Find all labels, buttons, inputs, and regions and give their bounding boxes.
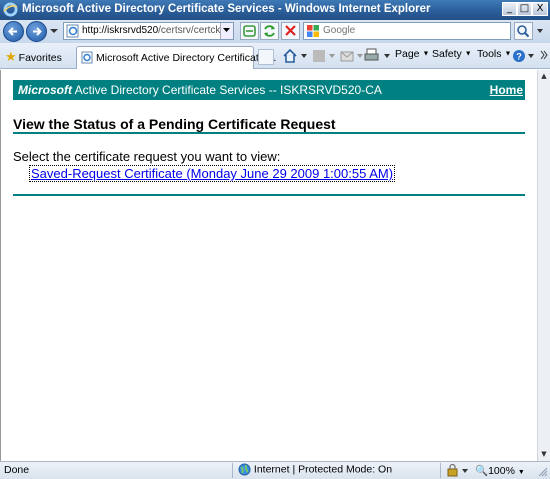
page-content: Microsoft Active Directory Certificate S… <box>0 70 537 461</box>
protected-mode-lock-icon[interactable] <box>445 463 471 478</box>
certsrv-header-band: Microsoft Active Directory Certificate S… <box>13 80 525 100</box>
maximize-button[interactable]: □ <box>517 2 532 16</box>
search-icon <box>514 22 543 40</box>
search-placeholder: Google <box>323 25 356 36</box>
status-text: Done <box>4 464 30 476</box>
ie-logo-icon <box>3 2 18 17</box>
search-box[interactable]: Google <box>303 22 511 40</box>
svg-text:?: ? <box>516 52 522 62</box>
compatibility-view-button[interactable] <box>240 22 259 40</box>
status-separator <box>232 463 233 478</box>
chevron-down-icon <box>223 28 230 32</box>
forward-button[interactable] <box>26 21 47 42</box>
close-button[interactable]: X <box>532 2 548 16</box>
tab-label: Microsoft Active Directory Certificate .… <box>96 52 277 64</box>
divider <box>13 194 525 196</box>
google-icon <box>307 25 319 37</box>
address-bar[interactable]: http://iskrsrvd520/certsrv/certckpn <box>63 22 234 40</box>
forward-arrow-icon <box>33 27 42 36</box>
chevron-right-icon[interactable] <box>540 49 548 61</box>
scroll-up-icon[interactable]: ▲ <box>538 70 550 83</box>
star-icon: ★ <box>5 49 17 64</box>
page-title: View the Status of a Pending Certificate… <box>13 116 336 132</box>
favorites-button[interactable]: ★ Favorites <box>5 49 62 65</box>
read-mail-icon[interactable] <box>340 48 366 64</box>
ie-page-icon <box>81 51 93 64</box>
security-zone[interactable]: Internet | Protected Mode: On <box>238 463 392 476</box>
tools-menu[interactable]: Tools ▼ <box>477 48 511 60</box>
rss-feed-icon[interactable] <box>312 48 338 64</box>
resize-grip-icon[interactable] <box>538 467 548 477</box>
scroll-down-icon[interactable]: ▼ <box>538 448 550 461</box>
back-arrow-icon <box>8 27 17 36</box>
home-link[interactable]: Home <box>490 83 523 97</box>
tab-bar: ★ Favorites Microsoft Active Directory Ce… <box>0 43 550 69</box>
pending-request-link[interactable]: Saved-Request Certificate (Monday June 2… <box>29 165 396 182</box>
chevron-down-icon: ▼ <box>504 50 512 58</box>
print-icon[interactable] <box>364 48 392 64</box>
status-separator <box>440 463 441 478</box>
window-title-bar[interactable]: Microsoft Active Directory Certificate S… <box>0 0 550 20</box>
navigation-bar: http://iskrsrvd520/certsrv/certckpn Goog… <box>0 20 550 43</box>
window-title: Microsoft Active Directory Certificate S… <box>22 3 431 15</box>
back-button[interactable] <box>3 21 24 42</box>
history-dropdown-icon[interactable] <box>50 27 58 35</box>
zoom-control[interactable]: 🔍100% ▼ <box>475 464 525 477</box>
globe-icon <box>238 463 251 476</box>
status-bar: Done Internet | Protected Mode: On 🔍100%… <box>0 461 550 479</box>
compatibility-view-icon <box>243 25 256 37</box>
help-icon[interactable]: ? <box>512 48 538 64</box>
stop-icon <box>285 25 296 36</box>
divider <box>13 132 525 134</box>
minimize-button[interactable]: _ <box>502 2 517 16</box>
chevron-down-icon: ▼ <box>517 469 525 476</box>
refresh-icon <box>264 25 275 37</box>
selection-prompt: Select the certificate request you want … <box>13 149 281 164</box>
safety-menu[interactable]: Safety ▼ <box>432 48 472 60</box>
ie-page-icon <box>66 24 79 38</box>
refresh-button[interactable] <box>260 22 279 40</box>
tab-active[interactable]: Microsoft Active Directory Certificate .… <box>76 46 276 69</box>
home-icon[interactable] <box>282 48 310 64</box>
new-tab-button[interactable] <box>258 49 274 65</box>
chevron-down-icon: ▼ <box>422 50 430 58</box>
url-text[interactable]: http://iskrsrvd520/certsrv/certckpn <box>82 25 220 36</box>
page-menu[interactable]: Page ▼ <box>395 48 429 60</box>
favorites-label: Favorites <box>18 52 62 64</box>
vertical-scrollbar[interactable]: ▲ ▼ <box>537 70 550 461</box>
search-button[interactable] <box>514 22 546 40</box>
chevron-down-icon: ▼ <box>464 50 472 58</box>
zoom-magnifier-icon: 🔍 <box>475 465 489 477</box>
certsrv-brand: Microsoft Active Directory Certificate S… <box>18 83 382 97</box>
address-dropdown-button[interactable] <box>220 23 233 39</box>
stop-button[interactable] <box>281 22 300 40</box>
